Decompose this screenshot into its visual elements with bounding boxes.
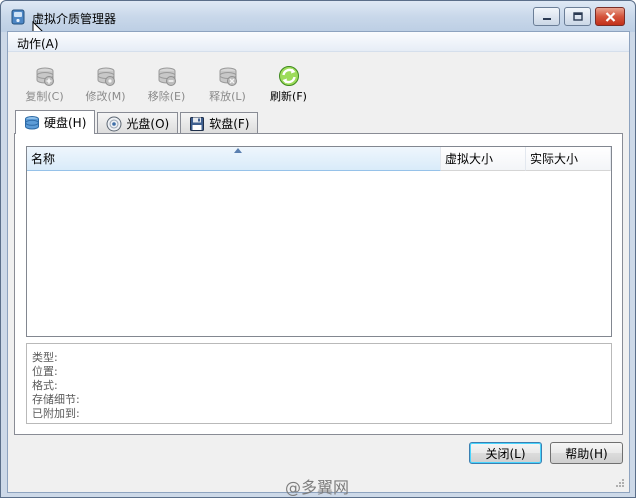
modify-button[interactable]: 修改(M) [75,64,136,104]
floppy-disk-icon [190,116,205,131]
remove-button[interactable]: 移除(E) [136,64,197,104]
release-label: 释放(L) [209,90,246,103]
media-list[interactable]: 名称 虚拟大小 实际大小 [26,146,612,337]
tab-floppy-disks-label: 软盘(F) [209,117,250,131]
media-list-header: 名称 虚拟大小 实际大小 [27,147,611,171]
toolbar: 复制(C) 修改(M) 移除(E) 释放(L) 刷新(F) [14,64,319,104]
virtual-disk-icon [11,9,25,25]
tab-hard-disks-label: 硬盘(H) [44,116,87,130]
remove-disk-icon [158,67,176,86]
column-name-label: 名称 [31,152,56,166]
close-window-button[interactable] [595,7,625,26]
media-details: 类型: 位置: 格式: 存储细节: 已附加到: [26,343,612,424]
menu-bar: 动作(A) [8,32,629,52]
title-bar[interactable]: 虚拟介质管理器 [1,1,635,42]
optical-disc-icon [106,116,122,131]
refresh-label: 刷新(F) [270,90,307,103]
remove-label: 移除(E) [147,90,186,103]
copy-button[interactable]: 复制(C) [14,64,75,104]
column-header-actual-size[interactable]: 实际大小 [526,147,611,171]
modify-disk-icon [97,67,115,86]
client-area: 动作(A) 复制(C) 修改(M) 移除(E) 释放(L) 刷新(F) 硬盘(H… [7,31,630,493]
release-button[interactable]: 释放(L) [197,64,258,104]
menu-item-action[interactable]: 动作(A) [17,35,59,52]
media-tabs: 硬盘(H) 光盘(O) 软盘(F) [15,110,260,134]
help-button[interactable]: 帮助(H) [550,442,623,464]
release-disk-icon [219,67,237,86]
copy-disk-icon [36,67,54,86]
detail-attached-to-label: 已附加到: [32,407,80,420]
maximize-icon [572,12,583,21]
resize-grip-icon[interactable] [615,478,625,488]
virtual-media-manager-window: 虚拟介质管理器 动作(A) 复制(C) 修改(M) 移除(E) 释放(L) 刷新… [0,0,636,498]
column-virtual-size-label: 虚拟大小 [445,152,494,166]
minimize-button[interactable] [533,7,560,26]
hard-disk-icon [25,115,39,129]
column-actual-size-label: 实际大小 [530,152,579,166]
close-icon [605,11,615,22]
watermark: @多翼网 [285,478,350,497]
copy-label: 复制(C) [25,90,64,103]
tab-floppy-disks[interactable]: 软盘(F) [180,112,259,134]
window-controls [533,7,625,26]
minimize-icon [542,17,551,20]
refresh-button[interactable]: 刷新(F) [258,64,319,104]
tab-optical-discs[interactable]: 光盘(O) [97,112,179,134]
modify-label: 修改(M) [85,90,126,103]
refresh-icon [278,66,299,86]
hard-disks-panel: 名称 虚拟大小 实际大小 类型: 位置: 格式: 存储细节: 已附加到: [14,133,623,435]
close-button[interactable]: 关闭(L) [469,442,542,464]
maximize-button[interactable] [564,7,591,26]
column-header-name[interactable]: 名称 [27,147,441,171]
tab-hard-disks[interactable]: 硬盘(H) [15,110,96,134]
sort-ascending-icon [233,148,242,153]
tab-optical-discs-label: 光盘(O) [126,117,170,131]
column-header-virtual-size[interactable]: 虚拟大小 [441,147,526,171]
